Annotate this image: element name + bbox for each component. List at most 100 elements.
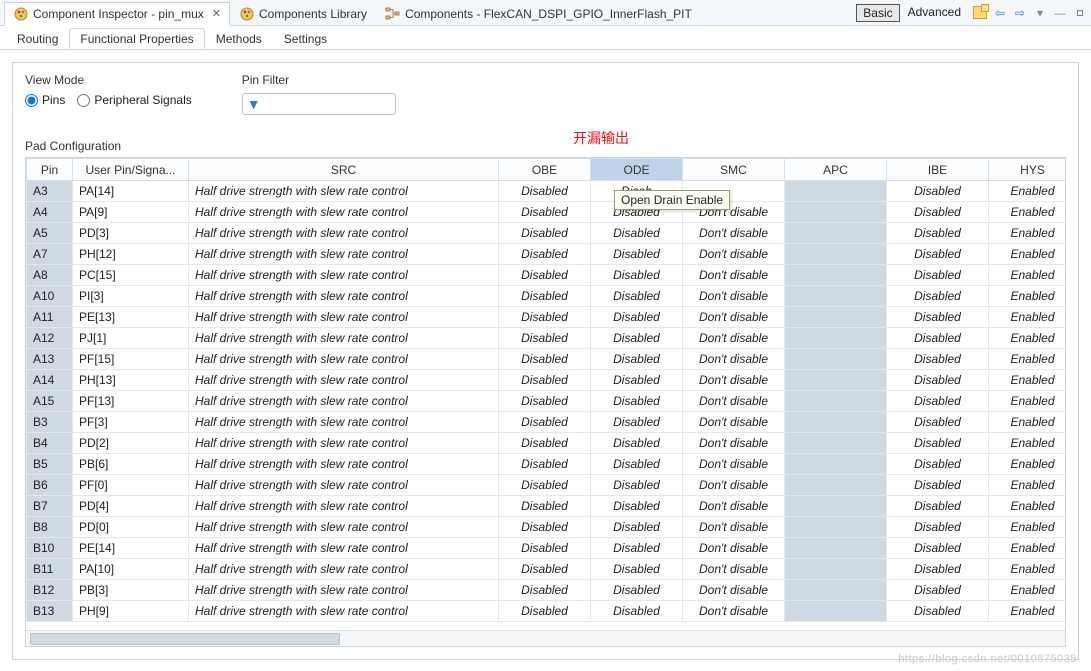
cell-ode[interactable]: Disabled [591,391,683,412]
cell-obe[interactable]: Disabled [499,391,591,412]
cell-apc[interactable] [785,454,887,475]
cell-obe[interactable]: Disabled [499,538,591,559]
cell-pin[interactable]: A4 [27,202,73,223]
cell-user[interactable]: PF[15] [73,349,189,370]
cell-hys[interactable]: Enabled [989,244,1066,265]
cell-src[interactable]: Half drive strength with slew rate contr… [189,244,499,265]
cell-apc[interactable] [785,286,887,307]
table-row[interactable]: B13PH[9]Half drive strength with slew ra… [27,601,1066,622]
cell-ibe[interactable]: Disabled [887,202,989,223]
cell-user[interactable]: PD[2] [73,433,189,454]
cell-smc[interactable]: Don't disable [683,307,785,328]
cell-hys[interactable]: Enabled [989,181,1066,202]
cell-apc[interactable] [785,475,887,496]
cell-user[interactable]: PF[3] [73,412,189,433]
tab-settings[interactable]: Settings [273,28,338,49]
cell-ode[interactable]: Disabled [591,580,683,601]
cell-hys[interactable]: Enabled [989,286,1066,307]
cell-user[interactable]: PA[14] [73,181,189,202]
nav-back-icon[interactable]: ⇦ [993,6,1007,20]
cell-ode[interactable]: Disabled [591,307,683,328]
cell-ibe[interactable]: Disabled [887,223,989,244]
mode-advanced-button[interactable]: Advanced [902,4,967,22]
radio-pins-input[interactable] [25,94,38,107]
cell-user[interactable]: PE[13] [73,307,189,328]
cell-pin[interactable]: B5 [27,454,73,475]
table-row[interactable]: A15PF[13]Half drive strength with slew r… [27,391,1066,412]
cell-src[interactable]: Half drive strength with slew rate contr… [189,475,499,496]
cell-pin[interactable]: A11 [27,307,73,328]
cell-user[interactable]: PJ[1] [73,328,189,349]
cell-pin[interactable]: A14 [27,370,73,391]
cell-user[interactable]: PA[10] [73,559,189,580]
cell-src[interactable]: Half drive strength with slew rate contr… [189,601,499,622]
table-row[interactable]: B3PF[3]Half drive strength with slew rat… [27,412,1066,433]
mode-basic-button[interactable]: Basic [856,4,899,22]
cell-apc[interactable] [785,223,887,244]
cell-ibe[interactable]: Disabled [887,559,989,580]
cell-src[interactable]: Half drive strength with slew rate contr… [189,559,499,580]
cell-hys[interactable]: Enabled [989,328,1066,349]
cell-pin[interactable]: A12 [27,328,73,349]
cell-pin[interactable]: A3 [27,181,73,202]
cell-apc[interactable] [785,601,887,622]
cell-smc[interactable]: Don't disable [683,517,785,538]
cell-ibe[interactable]: Disabled [887,412,989,433]
cell-smc[interactable]: Don't disable [683,433,785,454]
col-pin[interactable]: Pin [27,159,73,181]
cell-obe[interactable]: Disabled [499,328,591,349]
col-src[interactable]: SRC [189,159,499,181]
cell-obe[interactable]: Disabled [499,244,591,265]
col-ode[interactable]: ODE [591,159,683,181]
cell-apc[interactable] [785,265,887,286]
grid-scroll-area[interactable]: Pin User Pin/Signa... SRC OBE ODE SMC AP… [26,158,1065,630]
cell-ibe[interactable]: Disabled [887,286,989,307]
cell-apc[interactable] [785,370,887,391]
cell-hys[interactable]: Enabled [989,370,1066,391]
table-row[interactable]: B7PD[4]Half drive strength with slew rat… [27,496,1066,517]
cell-src[interactable]: Half drive strength with slew rate contr… [189,538,499,559]
cell-obe[interactable]: Disabled [499,496,591,517]
cell-ibe[interactable]: Disabled [887,454,989,475]
cell-hys[interactable]: Enabled [989,559,1066,580]
tab-components-project[interactable]: Components - FlexCAN_DSPI_GPIO_InnerFlas… [376,2,701,26]
cell-pin[interactable]: A5 [27,223,73,244]
cell-smc[interactable]: Don't disable [683,496,785,517]
cell-ode[interactable]: Disabled [591,328,683,349]
tab-components-library[interactable]: Components Library [230,2,376,26]
cell-src[interactable]: Half drive strength with slew rate contr… [189,265,499,286]
cell-hys[interactable]: Enabled [989,202,1066,223]
cell-obe[interactable]: Disabled [499,349,591,370]
table-row[interactable]: A14PH[13]Half drive strength with slew r… [27,370,1066,391]
cell-apc[interactable] [785,580,887,601]
cell-ibe[interactable]: Disabled [887,307,989,328]
cell-ode[interactable]: Disabled [591,286,683,307]
tab-methods[interactable]: Methods [205,28,273,49]
cell-smc[interactable]: Don't disable [683,559,785,580]
col-hys[interactable]: HYS [989,159,1066,181]
cell-src[interactable]: Half drive strength with slew rate contr… [189,307,499,328]
cell-apc[interactable] [785,496,887,517]
cell-user[interactable]: PB[3] [73,580,189,601]
radio-peripheral-input[interactable] [77,94,90,107]
tab-routing[interactable]: Routing [6,28,69,49]
cell-ibe[interactable]: Disabled [887,391,989,412]
cell-ibe[interactable]: Disabled [887,328,989,349]
cell-obe[interactable]: Disabled [499,370,591,391]
cell-obe[interactable]: Disabled [499,223,591,244]
table-row[interactable]: B10PE[14]Half drive strength with slew r… [27,538,1066,559]
cell-src[interactable]: Half drive strength with slew rate contr… [189,580,499,601]
cell-ibe[interactable]: Disabled [887,244,989,265]
cell-ode[interactable]: Disabled [591,244,683,265]
cell-ibe[interactable]: Disabled [887,349,989,370]
cell-smc[interactable]: Don't disable [683,349,785,370]
cell-pin[interactable]: A8 [27,265,73,286]
cell-ibe[interactable]: Disabled [887,265,989,286]
funnel-icon[interactable]: ▼ [247,96,261,112]
cell-obe[interactable]: Disabled [499,433,591,454]
cell-ibe[interactable]: Disabled [887,370,989,391]
cell-pin[interactable]: B6 [27,475,73,496]
cell-src[interactable]: Half drive strength with slew rate contr… [189,454,499,475]
cell-src[interactable]: Half drive strength with slew rate contr… [189,223,499,244]
table-row[interactable]: B4PD[2]Half drive strength with slew rat… [27,433,1066,454]
